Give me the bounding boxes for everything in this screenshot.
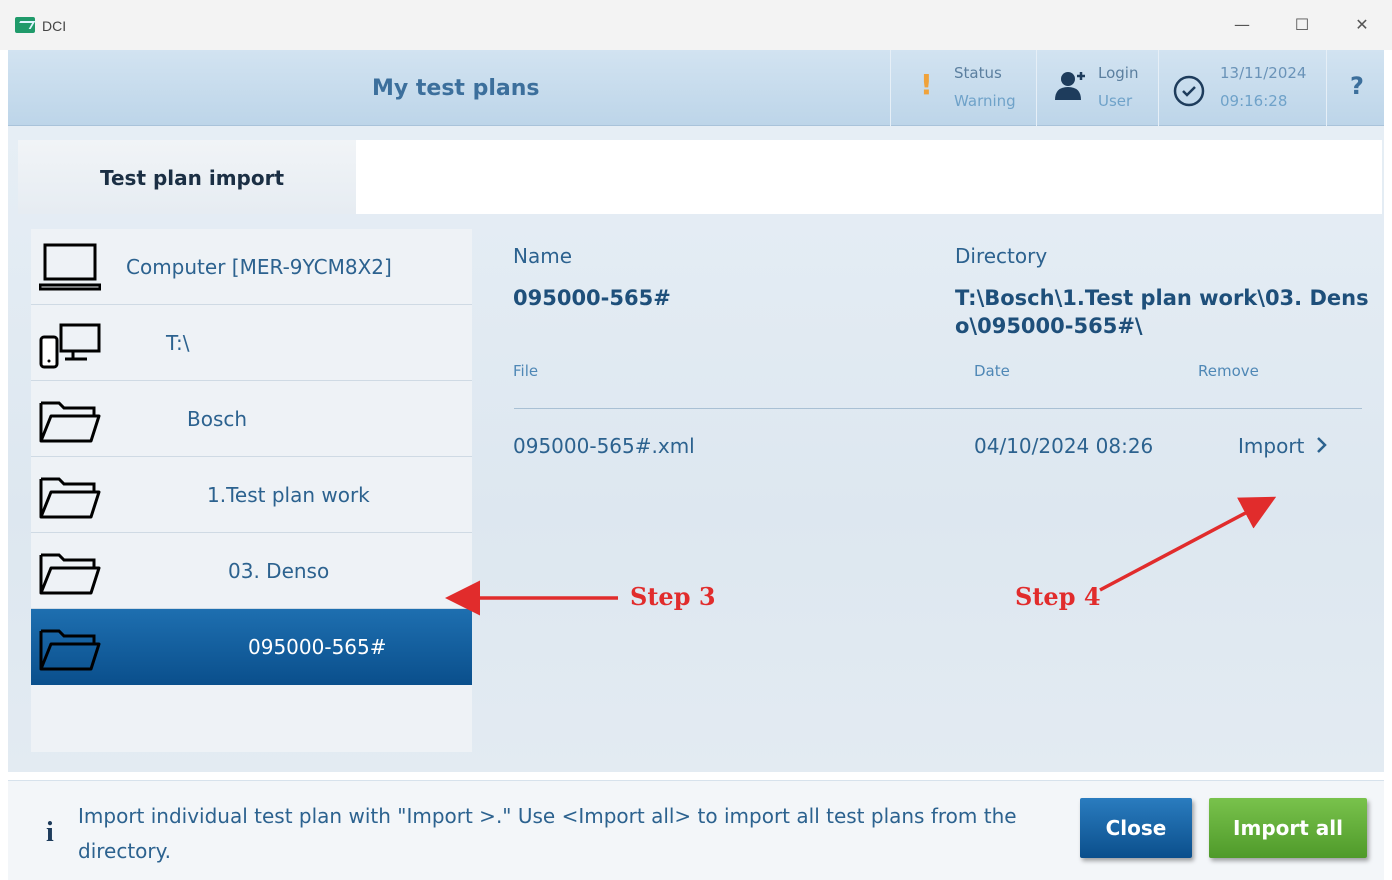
info-icon: i: [46, 817, 54, 848]
step4-arrow: [1099, 496, 1277, 592]
close-button[interactable]: Close: [1080, 798, 1192, 858]
annotation-arrows: [445, 496, 1277, 616]
footer-bar: i Import individual test plan with "Impo…: [8, 780, 1384, 880]
import-all-button[interactable]: Import all: [1209, 798, 1367, 858]
step3-label: Step 3: [630, 582, 716, 611]
help-text: Import individual test plan with "Import…: [78, 804, 1017, 863]
step4-label: Step 4: [1015, 582, 1101, 611]
